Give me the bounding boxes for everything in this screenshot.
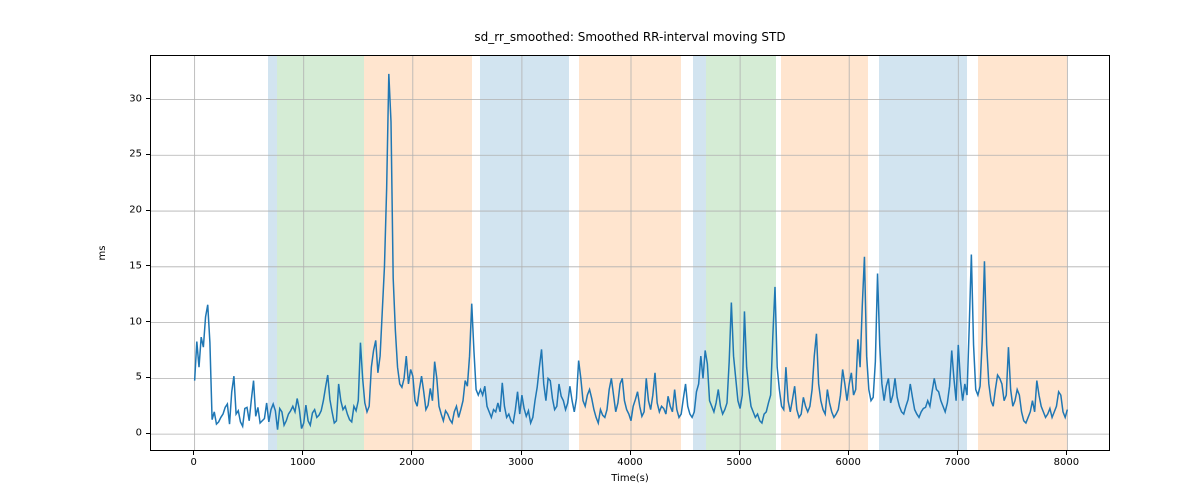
y-axis-label: ms — [97, 55, 108, 451]
data-line — [195, 74, 1068, 430]
xtick-label: 6000 — [835, 457, 860, 468]
xtick-label: 7000 — [945, 457, 970, 468]
chart-title: sd_rr_smoothed: Smoothed RR-interval mov… — [150, 30, 1110, 44]
ytick-label: 0 — [112, 428, 142, 439]
xtick-label: 0 — [190, 457, 196, 468]
ytick-label: 25 — [112, 149, 142, 160]
xtick-label: 2000 — [399, 457, 424, 468]
xtick-label: 5000 — [726, 457, 751, 468]
ytick-label: 30 — [112, 93, 142, 104]
ytick-label: 20 — [112, 205, 142, 216]
figure: sd_rr_smoothed: Smoothed RR-interval mov… — [0, 0, 1200, 500]
data-line-layer — [151, 56, 1110, 451]
xtick-label: 4000 — [617, 457, 642, 468]
xtick-label: 8000 — [1054, 457, 1079, 468]
xtick-label: 3000 — [508, 457, 533, 468]
x-axis-label: Time(s) — [150, 473, 1110, 484]
ytick-label: 10 — [112, 316, 142, 327]
xtick-label: 1000 — [290, 457, 315, 468]
plot-area — [150, 55, 1110, 451]
ytick-label: 15 — [112, 260, 142, 271]
ytick-label: 5 — [112, 372, 142, 383]
